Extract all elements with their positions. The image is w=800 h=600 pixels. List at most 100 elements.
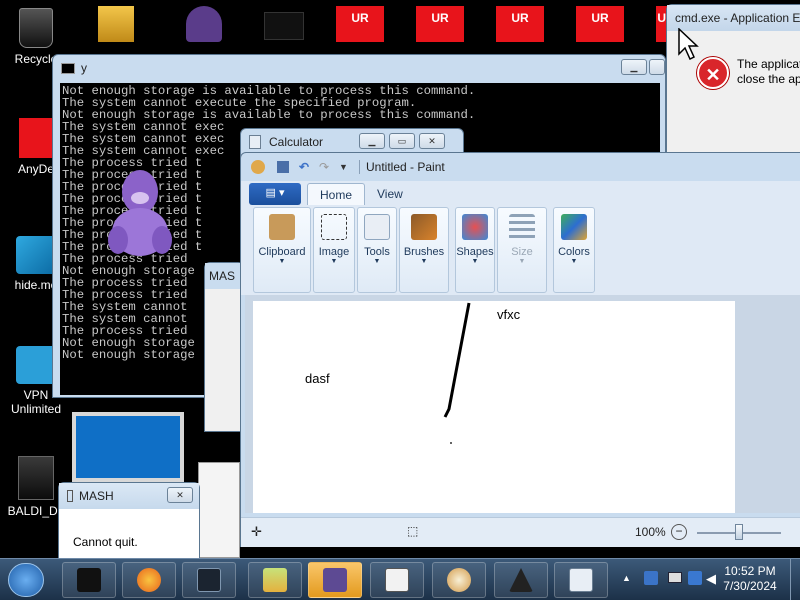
minimize-button[interactable]: ▁ xyxy=(359,133,385,149)
bonzi-character[interactable] xyxy=(104,164,176,264)
folder-icon xyxy=(18,456,54,500)
paint-statusbar: ✛ ⬚ 100% − xyxy=(241,517,800,547)
taskbar-item-cmd[interactable] xyxy=(182,562,236,598)
mouse-cursor-icon xyxy=(678,28,699,60)
taskbar-item-mash[interactable] xyxy=(370,562,424,598)
mash-behind-title: MAS xyxy=(209,269,236,283)
select-icon xyxy=(321,214,347,240)
desktop-icon-label-line2: Unlimited xyxy=(10,402,61,416)
paint-canvas-area: vfxc dasf xyxy=(245,295,800,513)
shapes-label: Shapes xyxy=(456,246,494,258)
paint-titlebar[interactable]: ↶ ↷ ▼ Untitled - Paint xyxy=(241,153,800,181)
mash-window-behind: MAS xyxy=(204,262,244,432)
undo-icon[interactable]: ↶ xyxy=(299,160,313,174)
zoom-slider-thumb[interactable] xyxy=(735,524,743,540)
minimize-button[interactable]: ▁ xyxy=(621,59,647,75)
ribbon-group-image[interactable]: Image ▼ xyxy=(313,207,355,293)
window-icon xyxy=(385,568,409,592)
desktop: Recycle AnyDe hide.me VPN Unlimited BALD… xyxy=(0,0,800,600)
ribbon-group-shapes[interactable]: Shapes ▼ xyxy=(455,207,495,293)
save-icon[interactable] xyxy=(277,161,289,173)
ur-box: UR xyxy=(576,6,624,42)
cmd-titlebar[interactable]: y xyxy=(53,55,665,81)
background-window-2 xyxy=(198,462,240,558)
chevron-down-icon: ▼ xyxy=(420,258,428,265)
mash-message: Cannot quit. xyxy=(73,535,138,549)
clipboard-label: Clipboard xyxy=(258,246,306,258)
chevron-down-icon: ▼ xyxy=(330,258,338,265)
mash-dialog: MASH ✕ Cannot quit. xyxy=(58,482,200,566)
show-hidden-icons-icon[interactable]: ▲ xyxy=(622,573,631,583)
tab-home[interactable]: Home xyxy=(307,183,366,205)
mash-behind-titlebar[interactable]: MAS xyxy=(205,263,243,289)
clock[interactable]: 10:52 PM 7/30/2024 xyxy=(716,564,784,594)
image-label: Image xyxy=(318,246,350,258)
tools-icon xyxy=(364,214,390,240)
network-icon[interactable] xyxy=(668,572,682,583)
bonzi-icon[interactable] xyxy=(186,6,222,42)
chevron-down-icon: ▼ xyxy=(278,258,286,265)
calculator-title: Calculator xyxy=(269,135,324,149)
ribbon-group-size[interactable]: Size ▼ xyxy=(497,207,547,293)
drawn-line xyxy=(443,302,471,418)
close-button[interactable]: ✕ xyxy=(167,487,193,503)
start-button[interactable] xyxy=(8,563,44,597)
paint-menu-button[interactable]: ▤ ▾ xyxy=(249,183,301,205)
shapes-icon xyxy=(462,214,488,240)
anydesk-icon xyxy=(19,118,53,158)
maximize-button[interactable]: ▭ xyxy=(389,133,415,149)
redo-icon[interactable]: ↷ xyxy=(319,160,333,174)
paint-canvas[interactable]: vfxc dasf xyxy=(253,301,735,513)
ur-box: UR xyxy=(416,6,464,42)
error-icon: ✕ xyxy=(697,57,729,89)
taskbar-item-explorer[interactable] xyxy=(248,562,302,598)
titlebar-separator xyxy=(359,160,360,174)
app-icon[interactable] xyxy=(264,12,304,40)
taskbar-item-calculator[interactable] xyxy=(554,562,608,598)
taskbar-item-paint[interactable] xyxy=(432,562,486,598)
tray-icon-2[interactable] xyxy=(688,571,702,585)
paint-title: Untitled - Paint xyxy=(366,160,445,174)
taskbar: ▲ ◀ 10:52 PM 7/30/2024 xyxy=(0,558,800,600)
recycle-bin-icon xyxy=(19,8,53,48)
zoom-out-button[interactable]: − xyxy=(671,524,687,540)
ribbon-group-tools[interactable]: Tools ▼ xyxy=(357,207,397,293)
clock-date: 7/30/2024 xyxy=(723,579,777,593)
error-message-line1: The applicat xyxy=(737,57,800,71)
canvas-drawing xyxy=(443,302,471,444)
paint-palette-icon xyxy=(447,568,471,592)
ur-box: UR xyxy=(336,6,384,42)
background-window xyxy=(72,412,184,482)
canvas-text-vfxc: vfxc xyxy=(497,307,521,322)
quick-access-dropdown-icon[interactable]: ▼ xyxy=(339,162,353,172)
app-icon xyxy=(77,568,101,592)
taskbar-item-app[interactable] xyxy=(62,562,116,598)
paint-window: ↶ ↷ ▼ Untitled - Paint ▤ ▾ Home View Cli… xyxy=(240,152,800,547)
maximize-button[interactable] xyxy=(649,59,665,75)
vpn-unlimited-icon xyxy=(16,346,56,384)
ribbon-group-brushes[interactable]: Brushes ▼ xyxy=(399,207,449,293)
size-label: Size xyxy=(511,246,533,258)
chevron-down-icon: ▼ xyxy=(373,258,381,265)
calculator-icon xyxy=(249,135,261,149)
hide-me-icon xyxy=(16,236,56,274)
volume-icon[interactable]: ◀ xyxy=(706,571,716,587)
taskbar-item-app2[interactable] xyxy=(494,562,548,598)
calculator-icon xyxy=(569,568,593,592)
canvas-text-dasf: dasf xyxy=(305,371,330,386)
colors-icon xyxy=(561,214,587,240)
ribbon-group-colors[interactable]: Colors ▼ xyxy=(553,207,595,293)
taskbar-item-firefox[interactable] xyxy=(122,562,176,598)
close-button[interactable]: ✕ xyxy=(419,133,445,149)
error-message-line2: close the ap xyxy=(737,72,800,86)
show-desktop-button[interactable] xyxy=(790,559,800,600)
folder-icon[interactable] xyxy=(98,6,134,42)
tab-view[interactable]: View xyxy=(365,183,415,205)
taskbar-item-bonzi[interactable] xyxy=(308,562,362,598)
size-icon xyxy=(509,214,535,240)
clock-time: 10:52 PM xyxy=(724,564,776,578)
ribbon-group-clipboard[interactable]: Clipboard ▼ xyxy=(253,207,311,293)
clipboard-icon xyxy=(269,214,295,240)
ur-box: UR xyxy=(496,6,544,42)
tray-icon[interactable] xyxy=(644,571,658,585)
